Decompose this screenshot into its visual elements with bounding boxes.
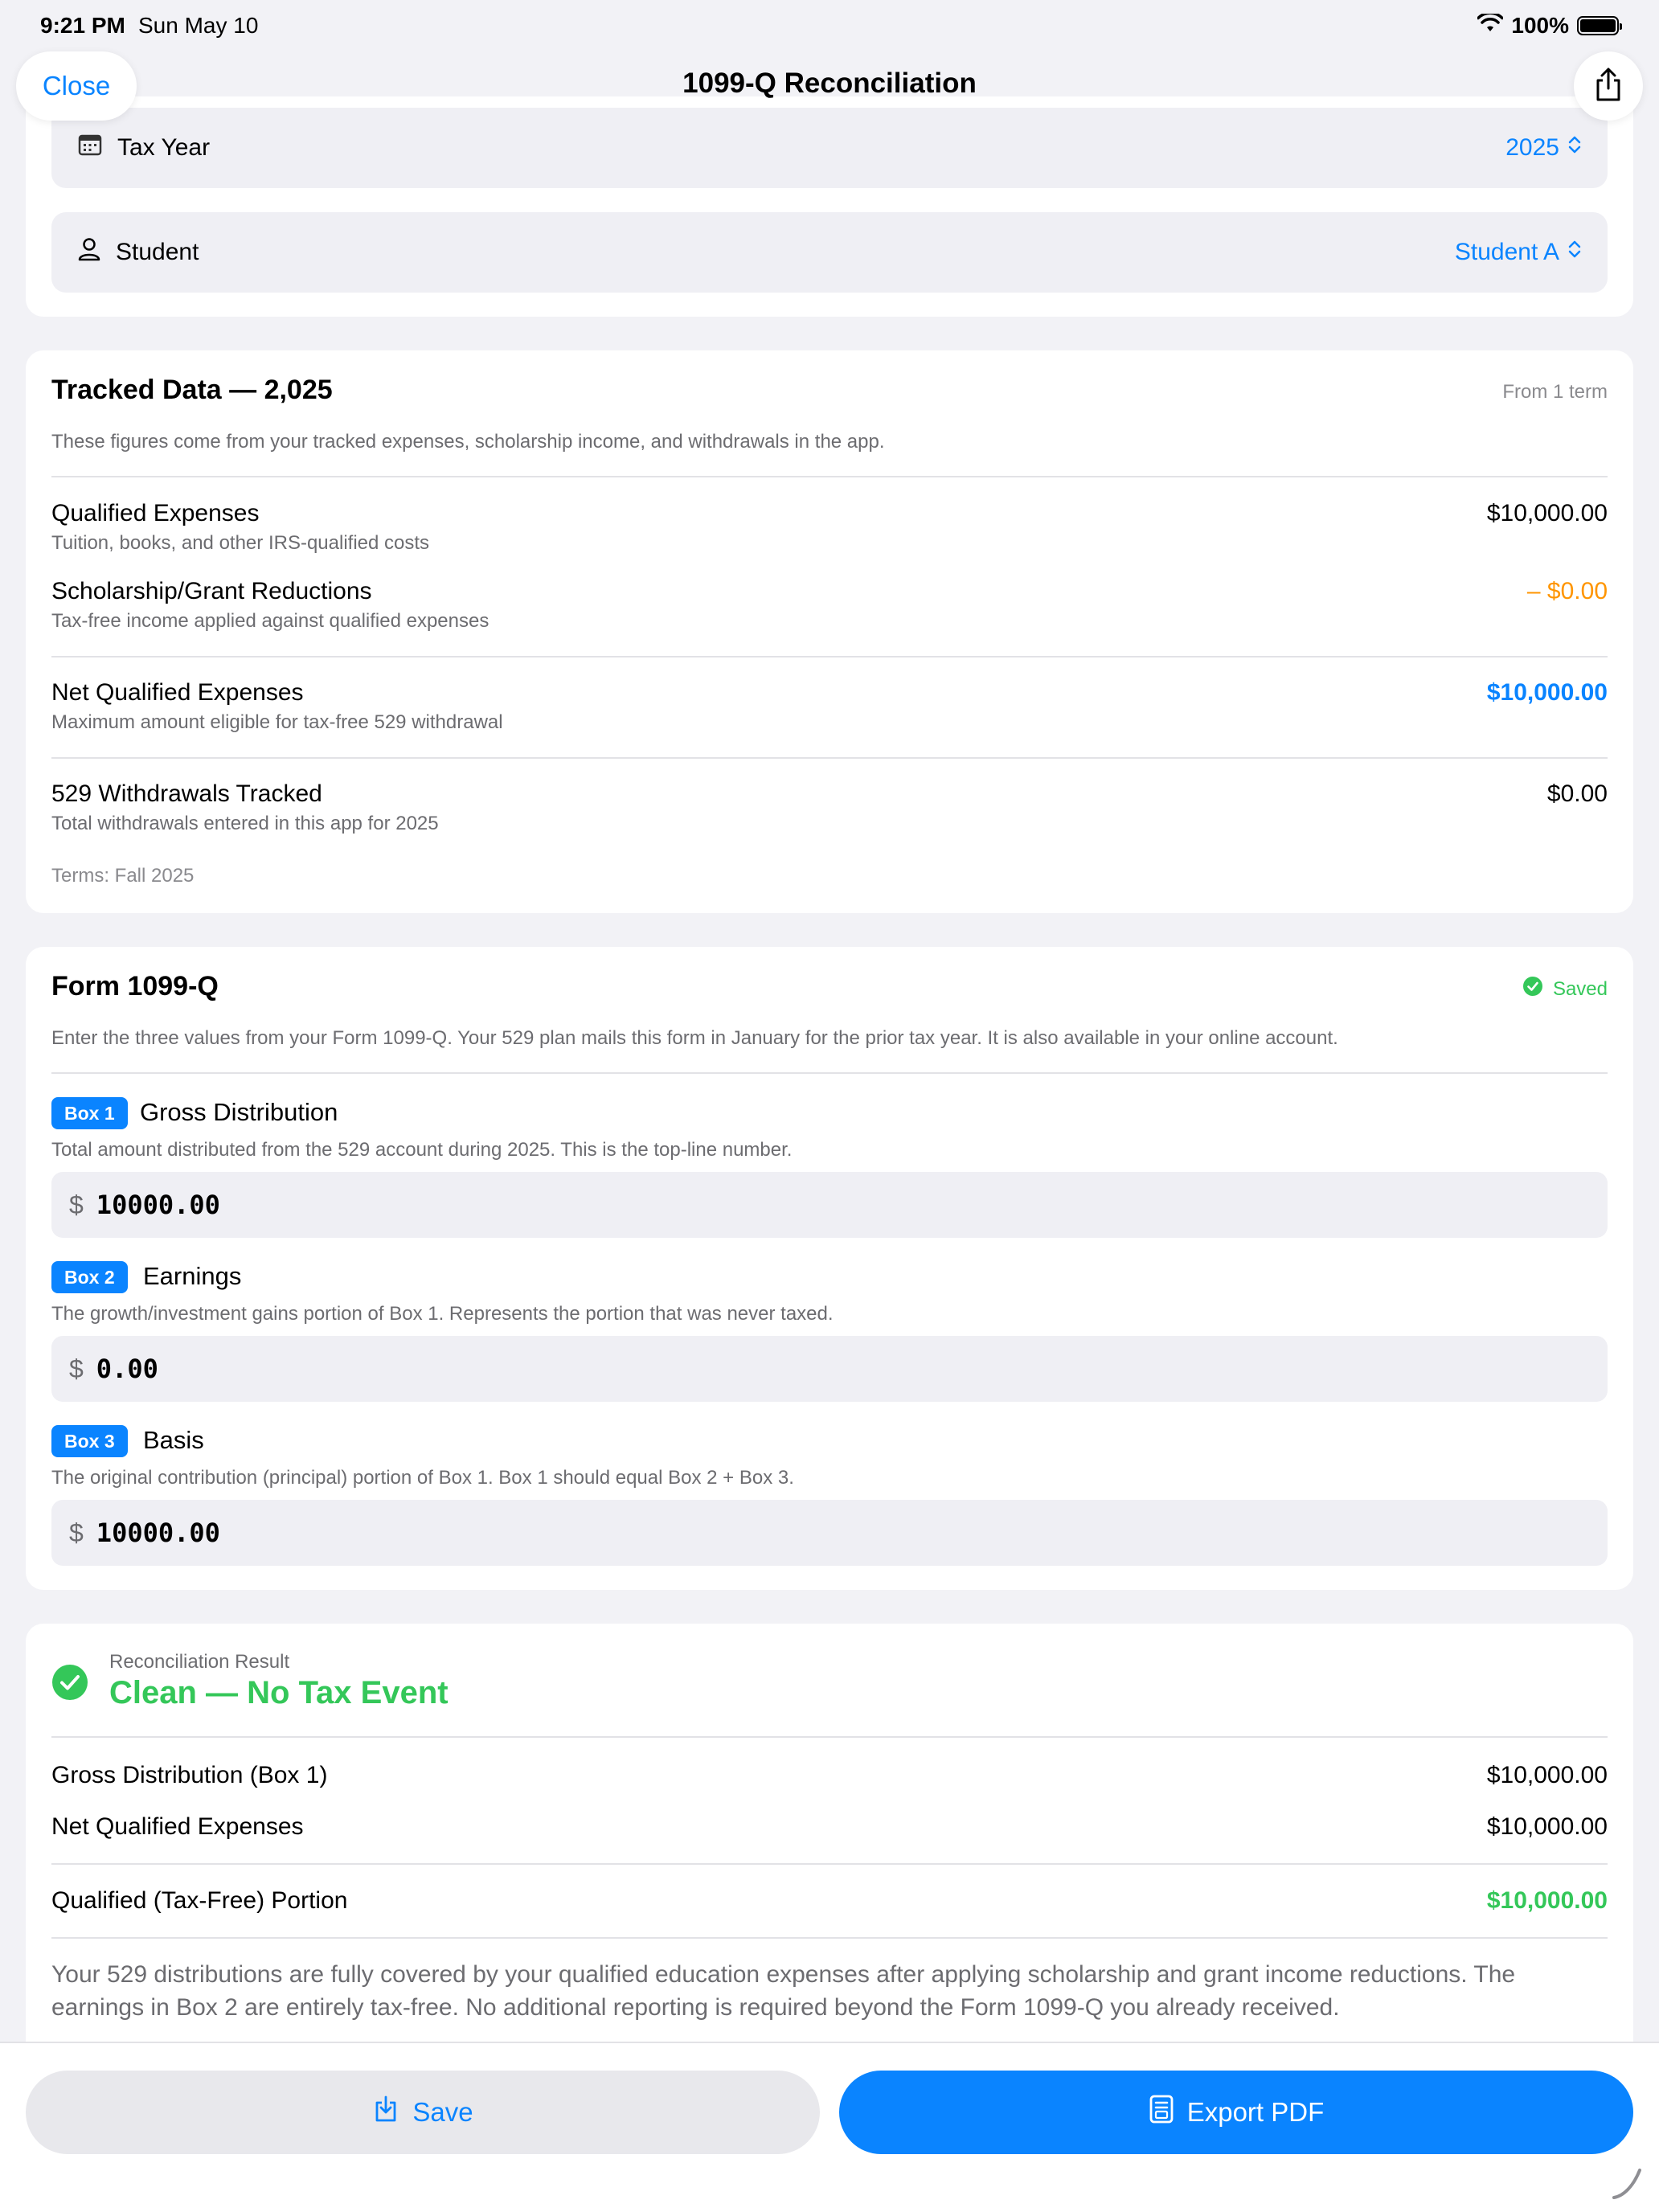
- tax-year-label: Tax Year: [117, 134, 211, 161]
- net-qualified-expenses-label: Net Qualified Expenses: [51, 1813, 304, 1840]
- box2-badge: Box 2: [51, 1261, 128, 1293]
- navigation-bar: Close 1099-Q Reconciliation: [0, 51, 1659, 124]
- tracked-description: These figures come from your tracked exp…: [51, 431, 885, 453]
- document-icon: [1149, 2094, 1174, 2131]
- box3-badge: Box 3: [51, 1425, 128, 1457]
- scholarship-value: – $0.00: [1526, 578, 1608, 604]
- status-date: Sun May 10: [138, 13, 259, 38]
- currency-symbol: $: [69, 1354, 84, 1383]
- export-pdf-button[interactable]: Export PDF: [839, 2071, 1633, 2154]
- net-qualified-expenses-value: $10,000.00: [1486, 1813, 1608, 1840]
- box2-value[interactable]: 0.00: [96, 1354, 158, 1384]
- chevron-up-down-icon: [1567, 134, 1582, 162]
- divider: [51, 757, 1608, 759]
- checkmark-circle-icon: [1522, 976, 1543, 1002]
- qualified-expenses-sub: Tuition, books, and other IRS-qualified …: [51, 532, 430, 554]
- qualified-expenses-value: $10,000.00: [1486, 500, 1608, 526]
- box3-value[interactable]: 10000.00: [96, 1518, 220, 1548]
- divider: [51, 1863, 1608, 1865]
- form-1099q-card: Form 1099-Q Saved Enter the three values…: [26, 947, 1633, 1590]
- share-button[interactable]: [1574, 51, 1643, 121]
- divider: [51, 476, 1608, 477]
- divider: [51, 656, 1608, 657]
- page-title: 1099-Q Reconciliation: [682, 68, 977, 99]
- student-label: Student: [116, 239, 199, 265]
- box1-value[interactable]: 10000.00: [96, 1190, 220, 1220]
- reconciliation-result-card: Reconciliation Result Clean — No Tax Eve…: [26, 1624, 1633, 2074]
- person-icon: [77, 236, 101, 268]
- currency-symbol: $: [69, 1190, 84, 1219]
- net-qualified-label: Net Qualified Expenses: [51, 679, 304, 706]
- calendar-icon: [77, 132, 103, 164]
- checkmark-circle-icon: [51, 1664, 88, 1705]
- divider: [51, 1736, 1608, 1738]
- status-time: 9:21 PM: [40, 13, 125, 38]
- result-eyebrow: Reconciliation Result: [109, 1651, 290, 1673]
- box1-badge: Box 1: [51, 1097, 128, 1129]
- qualified-portion-value: $10,000.00: [1486, 1887, 1608, 1914]
- gross-distribution-label: Gross Distribution (Box 1): [51, 1762, 328, 1788]
- wifi-icon: [1477, 11, 1505, 39]
- box1-title: Gross Distribution: [140, 1098, 338, 1126]
- withdrawals-label: 529 Withdrawals Tracked: [51, 780, 322, 807]
- tracked-meta: From 1 term: [1502, 381, 1608, 403]
- student-picker[interactable]: Student A: [1455, 239, 1582, 266]
- student-value: Student A: [1454, 239, 1559, 265]
- scholarship-label: Scholarship/Grant Reductions: [51, 578, 372, 604]
- tax-year-picker[interactable]: 2025: [1505, 134, 1582, 162]
- tax-year-value: 2025: [1505, 134, 1559, 161]
- save-button[interactable]: Save: [26, 2071, 820, 2154]
- net-qualified-value: $10,000.00: [1486, 679, 1608, 706]
- box3-title: Basis: [143, 1426, 204, 1454]
- status-indicators: 100%: [1477, 11, 1622, 39]
- withdrawals-value: $0.00: [1546, 780, 1608, 807]
- divider: [51, 1072, 1608, 1074]
- battery-icon: [1577, 16, 1622, 35]
- box2-title: Earnings: [143, 1262, 242, 1290]
- tracked-data-card: Tracked Data — 2,025 From 1 term These f…: [26, 350, 1633, 913]
- qualified-portion-label: Qualified (Tax-Free) Portion: [51, 1887, 348, 1914]
- box1-description: Total amount distributed from the 529 ac…: [51, 1139, 793, 1161]
- gross-distribution-value: $10,000.00: [1486, 1762, 1608, 1788]
- net-qualified-sub: Maximum amount eligible for tax-free 529…: [51, 711, 503, 733]
- battery-percent: 100%: [1511, 13, 1569, 38]
- export-pdf-label: Export PDF: [1186, 2097, 1325, 2127]
- download-icon: [372, 2095, 399, 2130]
- divider: [51, 1937, 1608, 1939]
- withdrawals-sub: Total withdrawals entered in this app fo…: [51, 813, 439, 834]
- form-description: Enter the three values from your Form 10…: [51, 1027, 1338, 1049]
- share-icon: [1592, 66, 1624, 107]
- result-headline: Clean — No Tax Event: [109, 1675, 449, 1710]
- tracked-title: Tracked Data — 2,025: [51, 375, 333, 405]
- bottom-action-bar: Save Export PDF: [0, 2042, 1659, 2212]
- pencil-handle-icon: [1609, 2164, 1645, 2206]
- chevron-up-down-icon: [1567, 239, 1582, 266]
- form-title: Form 1099-Q: [51, 971, 219, 1002]
- saved-label: Saved: [1552, 977, 1608, 1000]
- qualified-expenses-label: Qualified Expenses: [51, 500, 260, 526]
- result-explanation: Your 529 distributions are fully covered…: [51, 1961, 1516, 2021]
- student-row[interactable]: Student Student A: [51, 212, 1608, 293]
- box1-input[interactable]: $ 10000.00: [51, 1172, 1608, 1238]
- save-label: Save: [412, 2097, 473, 2127]
- box2-input[interactable]: $ 0.00: [51, 1336, 1608, 1402]
- scholarship-sub: Tax-free income applied against qualifie…: [51, 610, 490, 632]
- status-bar: 9:21 PM Sun May 10 100%: [0, 0, 1659, 51]
- box3-description: The original contribution (principal) po…: [51, 1467, 794, 1489]
- currency-symbol: $: [69, 1518, 84, 1547]
- terms-text: Terms: Fall 2025: [51, 865, 195, 887]
- selector-card: Tax Year 2025 Student Student A: [26, 96, 1633, 317]
- saved-status: Saved: [1522, 976, 1608, 1002]
- box3-input[interactable]: $ 10000.00: [51, 1500, 1608, 1566]
- box2-description: The growth/investment gains portion of B…: [51, 1303, 834, 1325]
